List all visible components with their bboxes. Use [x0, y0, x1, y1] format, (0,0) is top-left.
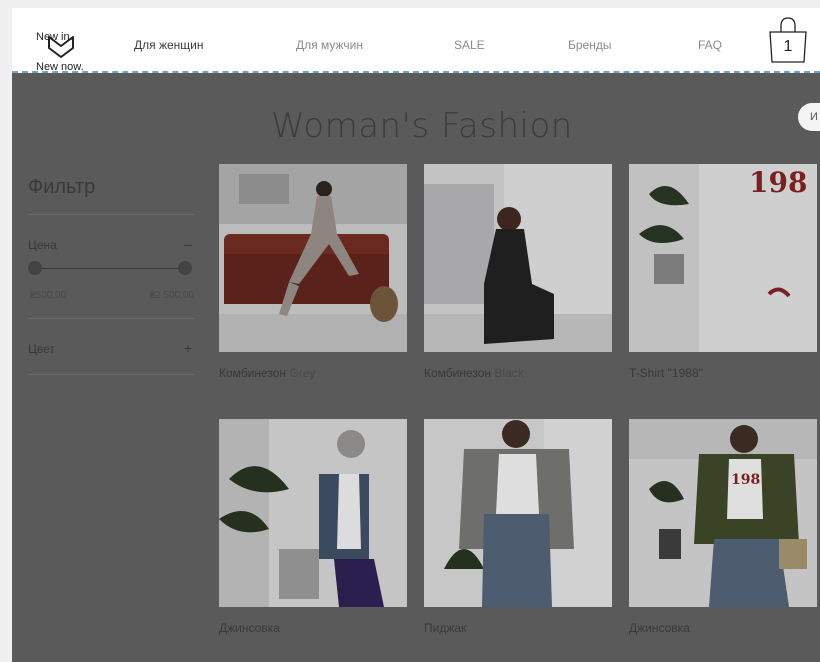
product-image[interactable]: 198	[629, 419, 817, 607]
price-slider-track[interactable]	[35, 268, 185, 269]
product-title: Джинсовка	[629, 621, 690, 635]
logo[interactable]: New in. New now.	[36, 12, 96, 73]
product-title: Джинсовка	[219, 621, 280, 635]
product-name[interactable]: Комбинезон Black	[424, 366, 612, 380]
svg-text:198: 198	[749, 166, 807, 199]
product-card[interactable]: Джинсовка	[219, 419, 407, 635]
price-label: Цена	[28, 238, 57, 252]
product-title: Комбинезон	[219, 366, 287, 380]
side-tab-button[interactable]: И	[798, 103, 820, 131]
product-title: T-Shirt "1988"	[629, 366, 703, 380]
product-card[interactable]: 198 Джинсовка	[629, 419, 817, 635]
product-name[interactable]: T-Shirt "1988"	[629, 366, 817, 380]
cart-count: 1	[783, 38, 793, 55]
filter-divider	[28, 374, 194, 375]
site-header: New in. New now. Для женщин Для мужчин S…	[12, 8, 820, 73]
filter-sidebar: Фильтр Цена – ₴500,00 ₴2 500,00 Цвет +	[28, 176, 194, 375]
price-max-value: ₴2 500,00	[149, 290, 195, 301]
product-card[interactable]: 198 T-Shirt "1988"	[629, 164, 817, 380]
price-collapse-toggle[interactable]: –	[184, 236, 192, 252]
chevron-badge-icon	[48, 36, 74, 58]
nav-sale[interactable]: SALE	[454, 38, 485, 52]
product-variant: Black	[494, 366, 524, 380]
price-slider-min-handle[interactable]	[28, 261, 42, 275]
product-image[interactable]	[219, 164, 407, 352]
color-label: Цвет	[28, 342, 55, 356]
content-overlay: Woman's Fashion И Фильтр Цена – ₴500,00 …	[12, 73, 820, 662]
product-card[interactable]: Пиджак	[424, 419, 612, 635]
nav-brands[interactable]: Бренды	[568, 38, 611, 52]
page: New in. New now. Для женщин Для мужчин S…	[12, 8, 820, 662]
product-title: Пиджак	[424, 621, 467, 635]
filter-divider	[28, 318, 194, 319]
product-name[interactable]: Джинсовка	[219, 621, 407, 635]
product-image[interactable]	[424, 164, 612, 352]
product-image[interactable]	[219, 419, 407, 607]
price-min-value: ₴500,00	[30, 290, 67, 301]
nav-faq[interactable]: FAQ	[698, 38, 722, 52]
svg-text:198: 198	[731, 472, 760, 488]
cart-button[interactable]: 1	[768, 14, 808, 64]
product-name[interactable]: Пиджак	[424, 621, 612, 635]
nav-men[interactable]: Для мужчин	[296, 38, 363, 52]
page-title: Woman's Fashion	[271, 106, 573, 146]
price-slider-max-handle[interactable]	[178, 261, 192, 275]
product-variant: Grey	[289, 366, 316, 380]
product-card[interactable]: Комбинезон Grey	[219, 164, 407, 380]
filter-divider	[28, 214, 194, 215]
nav-women[interactable]: Для женщин	[134, 38, 204, 52]
product-name[interactable]: Джинсовка	[629, 621, 817, 635]
product-name[interactable]: Комбинезон Grey	[219, 366, 407, 380]
product-title: Комбинезон	[424, 366, 492, 380]
color-expand-toggle[interactable]: +	[184, 340, 192, 356]
product-image[interactable]	[424, 419, 612, 607]
filter-title: Фильтр	[28, 176, 96, 198]
product-image[interactable]: 198	[629, 164, 817, 352]
product-card[interactable]: Комбинезон Black	[424, 164, 612, 380]
